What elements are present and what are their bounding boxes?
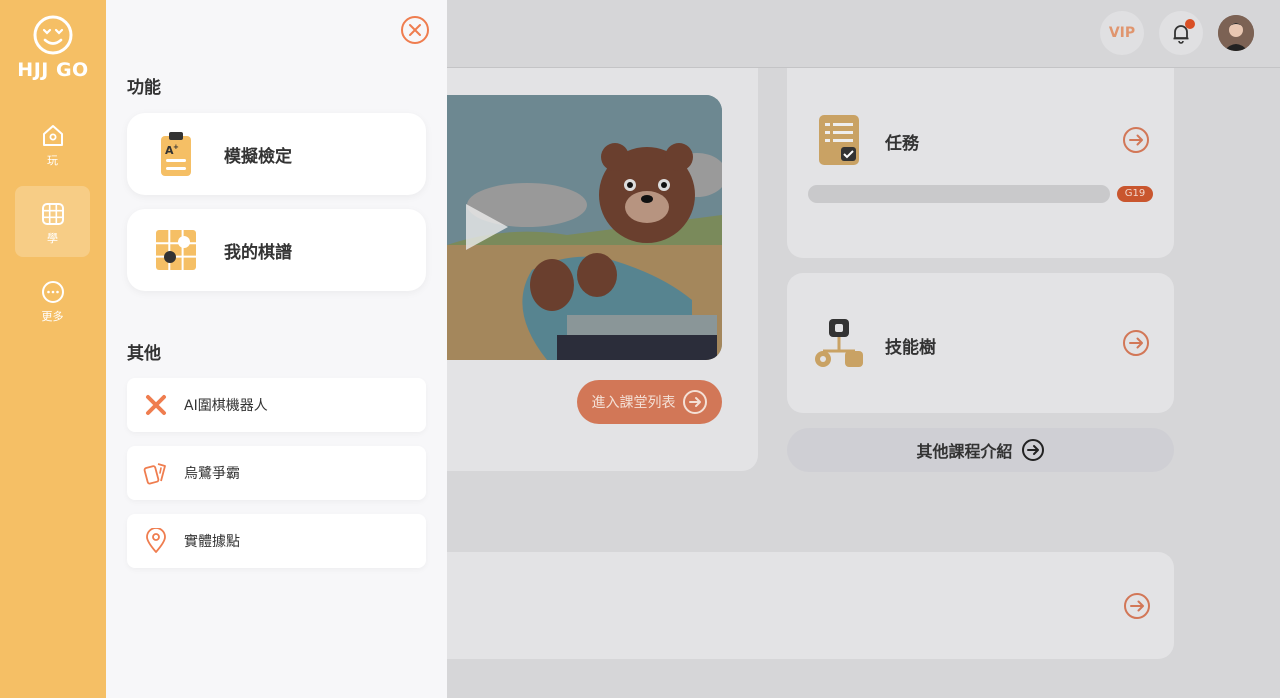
logo[interactable]: HJJ GO bbox=[0, 14, 106, 81]
avatar[interactable] bbox=[1218, 15, 1254, 51]
skill-tree-title: 技能樹 bbox=[885, 338, 936, 358]
left-rail: HJJ GO 玩 學 更多 bbox=[0, 0, 106, 698]
menu-item-mock-exam[interactable]: A + 模擬檢定 bbox=[127, 113, 426, 195]
menu-item-label: AI圍棋機器人 bbox=[184, 398, 268, 414]
skill-tree-icon bbox=[815, 319, 863, 367]
task-progress-bar bbox=[808, 185, 1110, 203]
menu-item-ai-bot[interactable]: AI圍棋機器人 bbox=[127, 378, 426, 432]
section-title-features: 功能 bbox=[127, 78, 161, 98]
rail-item-learn[interactable]: 學 bbox=[15, 186, 90, 257]
menu-item-label: 烏鷺爭霸 bbox=[184, 466, 240, 482]
task-list-icon bbox=[819, 115, 859, 165]
side-drawer: 功能 A + 模擬檢定 我的棋譜 其他 AI圍棋機器人 烏鷺爭霸 實體據點 bbox=[106, 0, 447, 698]
rail-item-label: 學 bbox=[47, 232, 58, 245]
menu-item-label: 我的棋譜 bbox=[224, 242, 292, 263]
svg-text:+: + bbox=[173, 143, 179, 151]
bottom-card[interactable] bbox=[447, 552, 1174, 659]
arrow-right-circle-icon[interactable] bbox=[1122, 329, 1150, 357]
menu-item-label: 模擬檢定 bbox=[224, 146, 292, 167]
arrow-right-circle-icon bbox=[1021, 439, 1044, 461]
smiley-logo-icon bbox=[33, 15, 73, 55]
notification-dot bbox=[1185, 19, 1195, 29]
vip-button[interactable]: VIP bbox=[1100, 11, 1144, 55]
level-badge: G19 bbox=[1117, 186, 1153, 202]
cards-icon bbox=[143, 463, 166, 485]
rail-item-play[interactable]: 玩 bbox=[15, 114, 90, 185]
rail-item-label: 玩 bbox=[47, 154, 58, 167]
location-pin-icon bbox=[145, 528, 166, 553]
video-thumbnail[interactable] bbox=[447, 95, 722, 360]
menu-item-locations[interactable]: 實體據點 bbox=[127, 514, 426, 568]
go-board-icon bbox=[155, 230, 196, 270]
notification-button[interactable] bbox=[1159, 11, 1203, 55]
enter-class-list-button[interactable]: 進入課堂列表 bbox=[577, 380, 722, 424]
grid-board-icon bbox=[41, 203, 64, 225]
menu-item-my-games[interactable]: 我的棋譜 bbox=[127, 209, 426, 291]
other-courses-label: 其他課程介紹 bbox=[916, 442, 1013, 461]
skill-tree-card[interactable]: 技能樹 bbox=[787, 273, 1174, 413]
clipboard-grade-icon: A + bbox=[160, 132, 191, 176]
other-courses-button[interactable]: 其他課程介紹 bbox=[787, 428, 1174, 472]
ai-cross-icon bbox=[145, 395, 166, 415]
enter-class-list-label: 進入課堂列表 bbox=[591, 395, 676, 411]
more-dots-icon bbox=[41, 281, 64, 303]
play-icon[interactable] bbox=[462, 200, 512, 254]
menu-item-label: 實體據點 bbox=[184, 534, 240, 550]
home-icon bbox=[42, 125, 63, 146]
task-title: 任務 bbox=[885, 134, 919, 154]
arrow-right-circle-icon[interactable] bbox=[1123, 592, 1151, 620]
task-card[interactable]: 任務 bbox=[787, 68, 1174, 258]
rail-item-more[interactable]: 更多 bbox=[15, 270, 90, 341]
arrow-right-circle-icon[interactable] bbox=[1122, 126, 1150, 154]
menu-item-heron-battle[interactable]: 烏鷺爭霸 bbox=[127, 446, 426, 500]
brand-name: HJJ GO bbox=[17, 59, 89, 81]
avatar-person-icon bbox=[1218, 15, 1254, 51]
rail-item-label: 更多 bbox=[41, 310, 64, 323]
arrow-right-circle-icon bbox=[682, 390, 707, 414]
close-icon[interactable] bbox=[400, 15, 430, 45]
section-title-other: 其他 bbox=[127, 344, 161, 364]
